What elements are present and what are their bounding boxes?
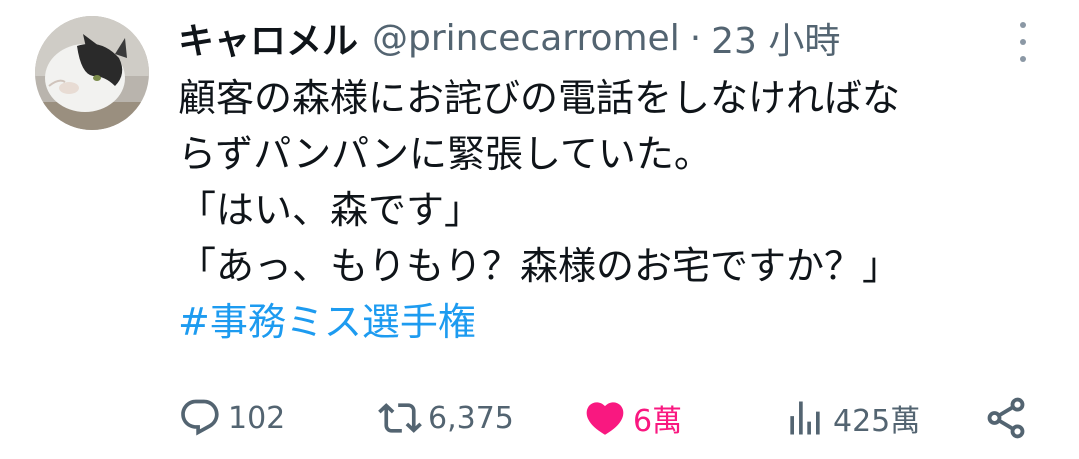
tweet-text-line: 顧客の森様にお詫びの電話をしなければな: [178, 76, 901, 120]
hashtag-link[interactable]: #事務ミス選手権: [178, 294, 1038, 350]
more-dot: [1020, 56, 1026, 62]
heart-icon: [586, 402, 624, 435]
cat-avatar-image: [35, 16, 149, 130]
tweet-text-line: 「はい、森です」: [178, 188, 483, 232]
tweet-text-line: らずパンパンに緊張していた。: [178, 132, 712, 176]
share-button[interactable]: [983, 393, 1029, 443]
like-count: 6萬: [633, 404, 683, 439]
tweet-header: キャロメル @princecarromel · 23 小時: [178, 12, 840, 64]
display-name[interactable]: キャロメル: [178, 12, 358, 64]
retweet-count: 6,375: [428, 400, 514, 436]
views-icon: [790, 401, 820, 435]
views-count: 425萬: [833, 404, 921, 439]
timestamp[interactable]: 23 小時: [711, 12, 840, 64]
tweet-text-line: 「あっ、もりもり？森様のお宅ですか？」: [178, 244, 901, 288]
header-separator: ·: [689, 17, 702, 59]
share-icon: [987, 397, 1025, 439]
action-bar: 102 6,375 6萬 425萬: [178, 393, 1038, 443]
more-options-icon[interactable]: [1008, 22, 1038, 62]
views-button[interactable]: 425萬: [783, 393, 920, 443]
reply-count: 102: [228, 400, 286, 436]
reply-button[interactable]: 102: [178, 393, 285, 443]
avatar[interactable]: [35, 16, 149, 130]
user-handle[interactable]: @princecarromel: [372, 18, 680, 59]
retweet-icon: [378, 403, 422, 433]
like-button[interactable]: 6萬: [583, 393, 682, 443]
reply-icon: [181, 399, 219, 436]
retweet-button[interactable]: 6,375: [378, 393, 514, 443]
more-dot: [1020, 22, 1026, 28]
tweet-text: 顧客の森様にお詫びの電話をしなければな らずパンパンに緊張していた。 「はい、森…: [178, 70, 1038, 350]
tweet-card[interactable]: キャロメル @princecarromel · 23 小時 顧客の森様にお詫びの…: [0, 0, 1079, 459]
more-dot: [1020, 39, 1026, 45]
